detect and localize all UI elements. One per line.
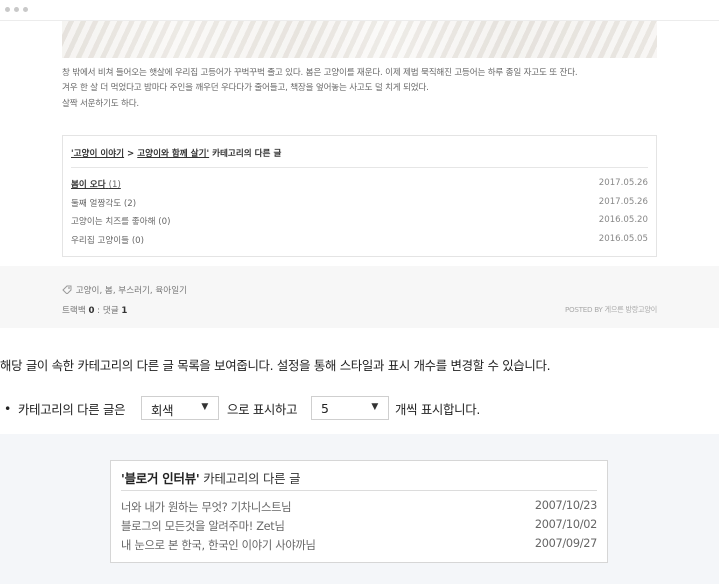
- preview-row-date: 2007/09/27: [534, 537, 597, 550]
- between-label: 으로 표시하고: [227, 402, 298, 417]
- related-post-title: 고양이는 치즈를 좋아해: [71, 217, 156, 227]
- count-suffix-label: 개씩 표시합니다.: [395, 402, 480, 417]
- related-post-count: (2): [123, 199, 137, 209]
- related-post-date: 2017.05.26: [598, 197, 648, 207]
- related-post-date: 2016.05.05: [598, 234, 648, 244]
- trackback-comments: 트랙백 0 : 댓글 1: [62, 304, 127, 316]
- post-tags: 고양이, 봄, 부스러기, 육아일기: [62, 284, 187, 296]
- window-titlebar: [0, 0, 719, 21]
- related-post-count: (1): [108, 180, 121, 190]
- post-content-area: 창 밖에서 비쳐 들어오는 햇살에 우리집 고등어가 꾸벅꾸벅 졸고 있다. 봄…: [0, 21, 719, 266]
- related-post-date: 2017.05.26: [598, 178, 648, 188]
- preview-row-date: 2007/10/02: [534, 518, 597, 531]
- window-dot-icon: [5, 7, 10, 12]
- chevron-down-icon: ▼: [371, 402, 378, 412]
- preview-row-date: 2007/10/23: [534, 499, 597, 512]
- window-dot-icon: [23, 7, 28, 12]
- style-preview-box: '블로거 인터뷰' 카테고리의 다른 글 너와 내가 원하는 무엇? 기차니스트…: [110, 460, 608, 563]
- comments-count: 1: [121, 306, 128, 316]
- tag-icon: [62, 285, 73, 296]
- divider: [121, 490, 597, 491]
- posted-by: POSTED BY 게으른 방랑고양이: [564, 305, 657, 314]
- preview-row-title: 너와 내가 원하는 무엇? 기차니스트님: [121, 501, 292, 514]
- category-link[interactable]: '고양이 이야기: [71, 149, 124, 159]
- comments-label[interactable]: 댓글: [103, 306, 119, 316]
- category-separator: >: [124, 149, 138, 159]
- settings-description: 해당 글이 속한 카테고리의 다른 글 목록을 보여줍니다. 설정을 통해 스타…: [0, 358, 551, 373]
- style-select-value: 회색: [151, 403, 174, 418]
- related-posts-title: '고양이 이야기 > 고양이와 함께 살기' 카테고리의 다른 글: [71, 147, 281, 159]
- preview-title: '블로거 인터뷰' 카테고리의 다른 글: [121, 469, 301, 487]
- related-post-title: 우리집 고양이들: [71, 236, 130, 246]
- related-post-date: 2016.05.20: [598, 215, 648, 225]
- preview-row-title: 블로그의 모든것을 알려주마! Zet님: [121, 520, 285, 533]
- post-body-line: 겨우 한 살 더 먹었다고 밤마다 주인을 깨우던 우다다가 줄어들고, 책장을…: [62, 83, 429, 93]
- preview-title-suffix: 카테고리의 다른 글: [199, 471, 301, 486]
- preview-row-title: 내 눈으로 본 한국, 한국인 이야기 사야까님: [121, 539, 316, 552]
- count-select[interactable]: 5 ▼: [311, 396, 389, 420]
- post-image: [62, 21, 657, 58]
- window-dot-icon: [14, 7, 19, 12]
- chevron-down-icon: ▼: [201, 402, 208, 412]
- count-select-value: 5: [321, 401, 329, 416]
- related-post-link[interactable]: 고양이는 치즈를 좋아해 (0): [71, 215, 170, 227]
- related-post-count: (0): [131, 236, 144, 246]
- separator: :: [94, 306, 103, 316]
- related-post-title: 봄이 오다: [71, 180, 106, 190]
- related-posts-box: '고양이 이야기 > 고양이와 함께 살기' 카테고리의 다른 글 봄이 오다 …: [62, 135, 657, 257]
- related-post-link[interactable]: 둘째 얼짱각도 (2): [71, 197, 136, 209]
- style-preview-area: '블로거 인터뷰' 카테고리의 다른 글 너와 내가 원하는 무엇? 기차니스트…: [0, 434, 719, 584]
- style-select[interactable]: 회색 ▼: [141, 396, 219, 420]
- post-body-line: 살짝 서운하기도 하다.: [62, 99, 139, 109]
- related-post-title: 둘째 얼짱각도: [71, 199, 122, 209]
- bullet: •: [4, 401, 12, 416]
- related-title-suffix: 카테고리의 다른 글: [209, 149, 282, 159]
- related-post-count: (0): [158, 217, 171, 227]
- related-post-link[interactable]: 우리집 고양이들 (0): [71, 234, 144, 246]
- tag-list[interactable]: 고양이, 봄, 부스러기, 육아일기: [76, 286, 187, 296]
- related-post-link[interactable]: 봄이 오다 (1): [71, 178, 121, 190]
- style-label: 카테고리의 다른 글은: [18, 402, 126, 417]
- post-body-line: 창 밖에서 비쳐 들어오는 햇살에 우리집 고등어가 꾸벅꾸벅 졸고 있다. 봄…: [62, 68, 578, 78]
- preview-category-name: '블로거 인터뷰': [121, 471, 200, 486]
- divider: [71, 167, 648, 168]
- trackback-label[interactable]: 트랙백: [62, 306, 86, 316]
- post-preview: 창 밖에서 비쳐 들어오는 햇살에 우리집 고등어가 꾸벅꾸벅 졸고 있다. 봄…: [0, 21, 719, 328]
- subcategory-link[interactable]: 고양이와 함께 살기': [137, 149, 209, 159]
